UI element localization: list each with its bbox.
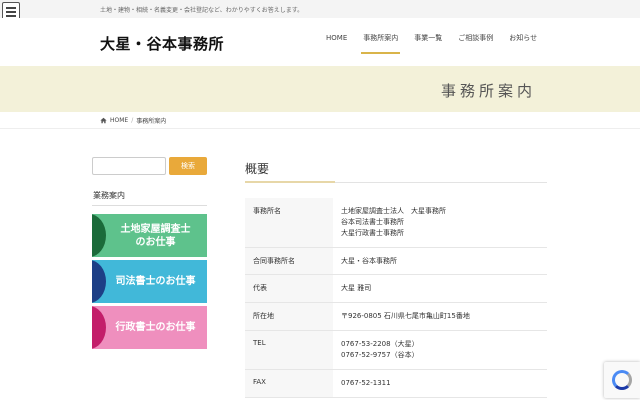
home-icon — [100, 117, 107, 124]
row-value: 土地家屋調査士法人 大星事務所 谷本司法書士事務所 大星行政書士事務所 — [341, 207, 446, 237]
row-value: 0767-52-1311 — [341, 378, 391, 387]
nav-item-cases[interactable]: ご相談事例 — [450, 26, 501, 50]
row-value: 大星 雅司 — [341, 284, 372, 293]
site-logo[interactable]: 大星・谷本事務所 — [100, 33, 224, 54]
nav-item-news[interactable]: お知らせ — [501, 26, 545, 50]
site-tagline: 土地・建物・相続・名義変更・会社登記など、わかりやすくお答えします。 — [100, 7, 304, 14]
search-button[interactable]: 検索 — [169, 157, 207, 175]
page-banner — [0, 66, 640, 112]
service-land-surveyor-button[interactable]: 土地家屋調査士 のお仕事 — [92, 214, 207, 257]
breadcrumb-home[interactable]: HOME — [110, 117, 128, 124]
main-nav: HOME 事務所案内 事業一覧 ご相談事例 お知らせ — [318, 26, 545, 54]
page-title: 事務所案内 — [440, 82, 536, 100]
service-administrative-scrivener-button[interactable]: 行政書士のお仕事 — [92, 306, 207, 349]
recaptcha-badge[interactable] — [604, 362, 640, 398]
table-row: 合同事務所名 大星・谷本事務所 — [245, 247, 547, 276]
nav-item-home[interactable]: HOME — [318, 26, 355, 50]
recaptcha-icon — [612, 370, 632, 390]
row-label: 合同事務所名 — [245, 247, 333, 275]
top-bar — [0, 0, 640, 18]
table-row: TEL 0767-53-2208（大星） 0767-52-9757（谷本） — [245, 331, 547, 370]
row-label: FAX — [245, 369, 333, 397]
table-row: 事務所名 土地家屋調査士法人 大星事務所 谷本司法書士事務所 大星行政書士事務所 — [245, 198, 547, 248]
content-divider — [0, 128, 640, 129]
sidebar-heading: 業務案内 — [93, 191, 125, 200]
search-input[interactable] — [92, 157, 166, 175]
section-title: 概要 — [245, 162, 270, 176]
office-info-table: 事務所名 土地家屋調査士法人 大星事務所 谷本司法書士事務所 大星行政書士事務所… — [245, 198, 547, 398]
service-judicial-scrivener-button[interactable]: 司法書士のお仕事 — [92, 260, 207, 303]
table-row: 所在地 〒926-0805 石川県七尾市亀山町15番地 — [245, 303, 547, 332]
table-row: FAX 0767-52-1311 — [245, 369, 547, 398]
breadcrumb-separator: / — [131, 117, 134, 124]
nav-item-office[interactable]: 事務所案内 — [355, 26, 406, 54]
service-button-label: 司法書士のお仕事 — [115, 276, 196, 287]
row-label: 事務所名 — [245, 198, 333, 247]
table-row: 代表 大星 雅司 — [245, 275, 547, 304]
breadcrumb: HOME / 事務所案内 — [100, 116, 166, 125]
row-value: 大星・谷本事務所 — [341, 256, 397, 265]
section-rule-accent — [245, 181, 335, 183]
row-label: 所在地 — [245, 303, 333, 331]
sidebar-heading-rule — [92, 205, 207, 206]
row-value: 0767-53-2208（大星） 0767-52-9757（谷本） — [341, 340, 419, 359]
service-button-label: 行政書士のお仕事 — [115, 322, 196, 333]
breadcrumb-current: 事務所案内 — [136, 118, 167, 125]
row-label: 代表 — [245, 275, 333, 303]
row-value: 〒926-0805 石川県七尾市亀山町15番地 — [341, 312, 470, 321]
row-label: TEL — [245, 331, 333, 369]
service-button-label: 土地家屋調査士 のお仕事 — [120, 223, 191, 248]
nav-item-services[interactable]: 事業一覧 — [406, 26, 450, 50]
